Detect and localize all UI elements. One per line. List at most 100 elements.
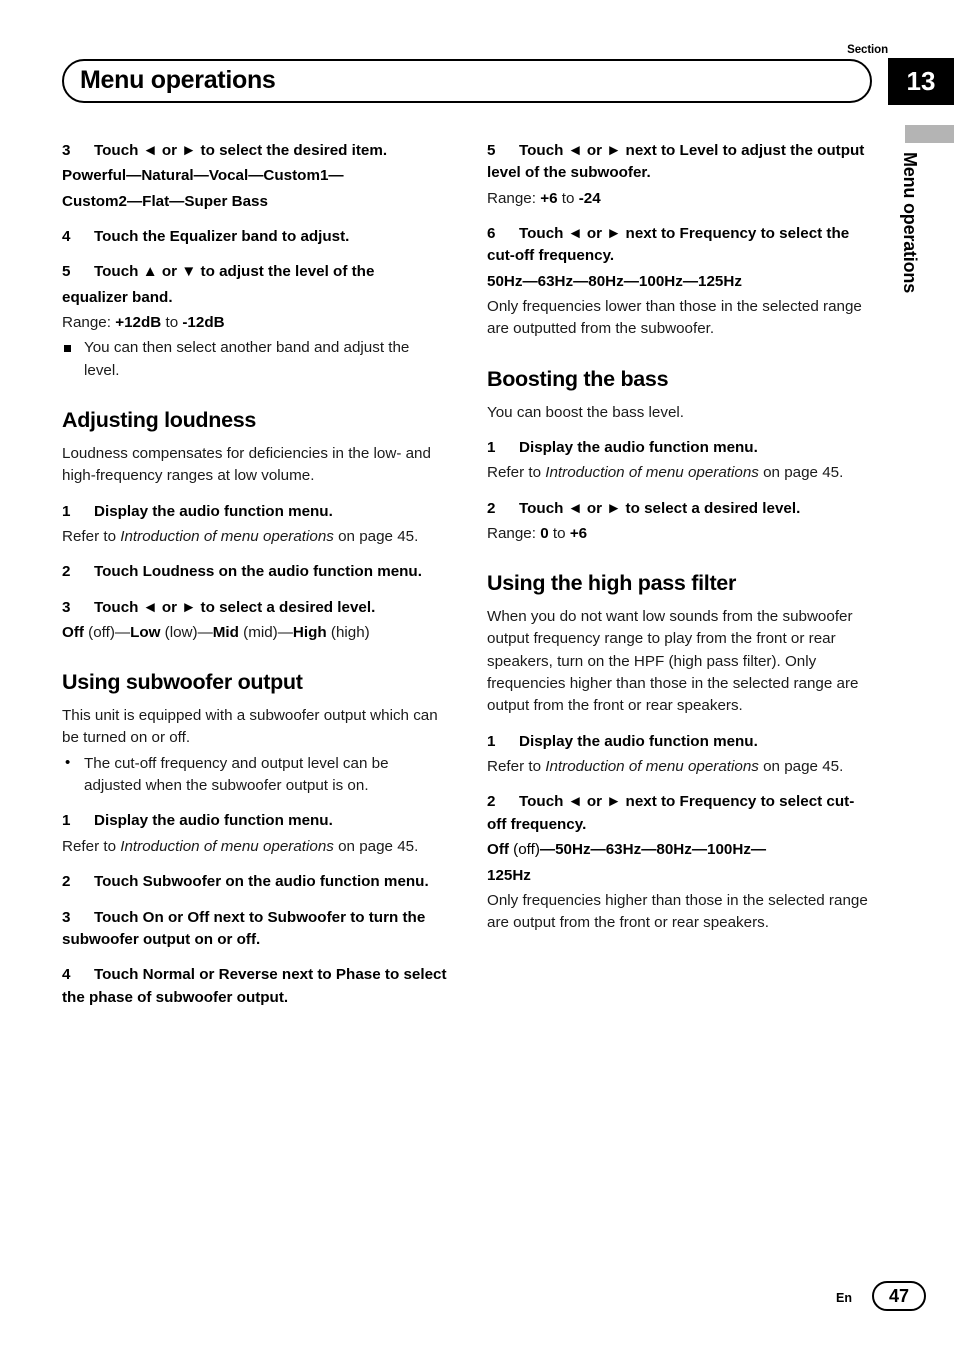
step-number: 2 [487, 499, 496, 517]
step-heading: 4 Touch Normal or Reverse next to Phase t… [62, 964, 448, 1009]
range-to-word: to [552, 524, 566, 542]
step-heading: 3 Touch ◄ or ► to select a desired level. [62, 597, 448, 619]
step-heading: 5 Touch ◄ or ► next to Level to adjust th… [487, 140, 873, 185]
option-off: Off [62, 623, 84, 641]
step-note: Only frequencies higher than those in th… [487, 891, 868, 932]
step-number: 4 [62, 966, 71, 984]
step-text: Touch ◄ or ► next to Frequency to select… [487, 225, 850, 265]
step-heading-line2: equalizer band. [62, 288, 173, 306]
step-number: 5 [487, 142, 496, 159]
subwoofer-bullet: The cut-off frequency and output level c… [62, 752, 448, 798]
side-tab-label: Menu operations [900, 152, 920, 294]
option-off: Off [487, 841, 509, 859]
section-heading-subwoofer: Using subwoofer output [62, 670, 303, 695]
range-from: +12dB [115, 314, 162, 332]
step-number: 1 [487, 732, 496, 750]
refer-prefix: Refer to [62, 837, 117, 855]
range-to-word: to [561, 189, 575, 207]
step-options: 50Hz—63Hz—80Hz—100Hz—125Hz [487, 272, 742, 290]
step-text: Display the audio function menu. [94, 812, 333, 830]
step-number: 5 [62, 263, 71, 281]
step-number: 6 [487, 225, 496, 243]
loudness-intro: Loudness compensates for deficiencies in… [62, 444, 431, 485]
step-block-hpf-1: 1 Display the audio function menu. Refer … [487, 731, 873, 779]
step-block-subwoofer-5: 5 Touch ◄ or ► next to Level to adjust th… [487, 140, 873, 210]
step-number: 1 [487, 438, 496, 456]
step-range: Range: +6 to -24 [487, 188, 873, 210]
step-heading: 3 Touch On or Off next to Subwoofer to tu… [62, 907, 448, 952]
bass-intro: You can boost the bass level. [487, 403, 685, 421]
step-options-line2: 125Hz [487, 866, 531, 884]
section-heading-loudness: Adjusting loudness [62, 408, 257, 433]
refer-suffix: on page 45. [338, 837, 419, 855]
step-heading: 1 Display the audio function menu. [487, 731, 873, 753]
refer-suffix: on page 45. [338, 527, 419, 545]
step-number: 3 [62, 142, 71, 159]
step-block-eq-4: 4 Touch the Equalizer band to adjust. [62, 226, 448, 248]
option-mid: Mid [212, 623, 239, 641]
step-block-loudness-2: 2 Touch Loudness on the audio function me… [62, 561, 448, 583]
refer-title: Introduction of menu operations [545, 464, 759, 482]
step-heading: 2 Touch Loudness on the audio function me… [62, 561, 448, 583]
left-column: 3 Touch ◄ or ► to select the desired item… [62, 140, 448, 1012]
step-heading: 6 Touch ◄ or ► next to Frequency to selec… [487, 223, 873, 268]
range-to: +6 [569, 524, 588, 542]
step-text: Display the audio function menu. [519, 438, 758, 456]
step-heading: 2 Touch Subwoofer on the audio function m… [62, 871, 448, 893]
step-text: Touch ◄ or ► to select a desired level. [519, 499, 801, 517]
refer-suffix: on page 45. [763, 758, 844, 776]
page-header: Section 13 Menu operations [0, 40, 954, 105]
step-text: Display the audio function menu. [519, 732, 758, 750]
step-text: Display the audio function menu. [94, 502, 333, 520]
range-from: 0 [540, 524, 549, 542]
page-title: Menu operations [80, 66, 276, 94]
step-block-bass-1: 1 Display the audio function menu. Refer … [487, 437, 873, 485]
step-number: 1 [62, 502, 71, 520]
step-heading: 3 Touch ◄ or ► to select the desired item… [62, 140, 448, 162]
step-options-line2: Custom2—Flat—Super Bass [62, 192, 268, 210]
step-block-eq-5: 5 Touch ▲ or ▼ to adjust the level of the… [62, 261, 448, 382]
step-heading: 2 Touch ◄ or ► next to Frequency to selec… [487, 791, 873, 836]
step-block-eq-3: 3 Touch ◄ or ► to select the desired item… [62, 140, 448, 213]
step-text: Touch Loudness on the audio function men… [94, 563, 422, 581]
step-text: Touch the Equalizer band to adjust. [94, 228, 350, 246]
step-block-bass-2: 2 Touch ◄ or ► to select a desired level.… [487, 498, 873, 546]
section-heading-hpf: Using the high pass filter [487, 571, 737, 596]
range-to-word: to [165, 314, 179, 332]
step-text: Touch Subwoofer on the audio function me… [94, 873, 429, 891]
option-low: Low [130, 623, 161, 641]
step-note: Only frequencies lower than those in the… [487, 298, 862, 338]
right-column: 5 Touch ◄ or ► next to Level to adjust th… [487, 140, 873, 935]
step-reference: Refer to Introduction of menu operations… [487, 756, 873, 778]
step-reference: Refer to Introduction of menu operations… [62, 526, 448, 548]
step-number: 1 [62, 812, 71, 830]
step-text: Touch ◄ or ► to select the desired item. [94, 142, 388, 159]
step-text: Touch ▲ or ▼ to adjust the level of the [94, 263, 375, 281]
step-number: 3 [62, 598, 71, 616]
step-block-subwoofer-2: 2 Touch Subwoofer on the audio function m… [62, 871, 448, 893]
refer-title: Introduction of menu operations [120, 837, 334, 855]
step-range: Range: 0 to +6 [487, 523, 873, 545]
step-heading: 4 Touch the Equalizer band to adjust. [62, 226, 448, 248]
section-heading-bass: Boosting the bass [487, 366, 669, 391]
step-options: Off (off)—Low (low)—Mid (mid)—High (high… [62, 623, 370, 641]
refer-prefix: Refer to [62, 527, 117, 545]
step-note: You can then select another band and adj… [62, 337, 448, 382]
step-block-loudness-1: 1 Display the audio function menu. Refer … [62, 501, 448, 549]
side-tab-bar [905, 125, 954, 143]
option-high: High [292, 623, 327, 641]
refer-title: Introduction of menu operations [120, 527, 334, 545]
refer-title: Introduction of menu operations [545, 758, 759, 776]
range-to: -12dB [182, 314, 225, 332]
step-block-subwoofer-4: 4 Touch Normal or Reverse next to Phase t… [62, 964, 448, 1009]
footer-page-number: 47 [872, 1281, 926, 1311]
step-range: Range: +12dB to -12dB [62, 312, 448, 334]
step-text: Touch ◄ or ► next to Level to adjust the… [487, 142, 865, 182]
step-heading: 1 Display the audio function menu. [62, 501, 448, 523]
step-reference: Refer to Introduction of menu operations… [62, 836, 448, 858]
range-from: +6 [540, 189, 558, 207]
range-label: Range: [487, 524, 536, 542]
step-block-subwoofer-6: 6 Touch ◄ or ► next to Frequency to selec… [487, 223, 873, 341]
step-block-loudness-3: 3 Touch ◄ or ► to select a desired level.… [62, 597, 448, 645]
refer-prefix: Refer to [487, 758, 542, 776]
